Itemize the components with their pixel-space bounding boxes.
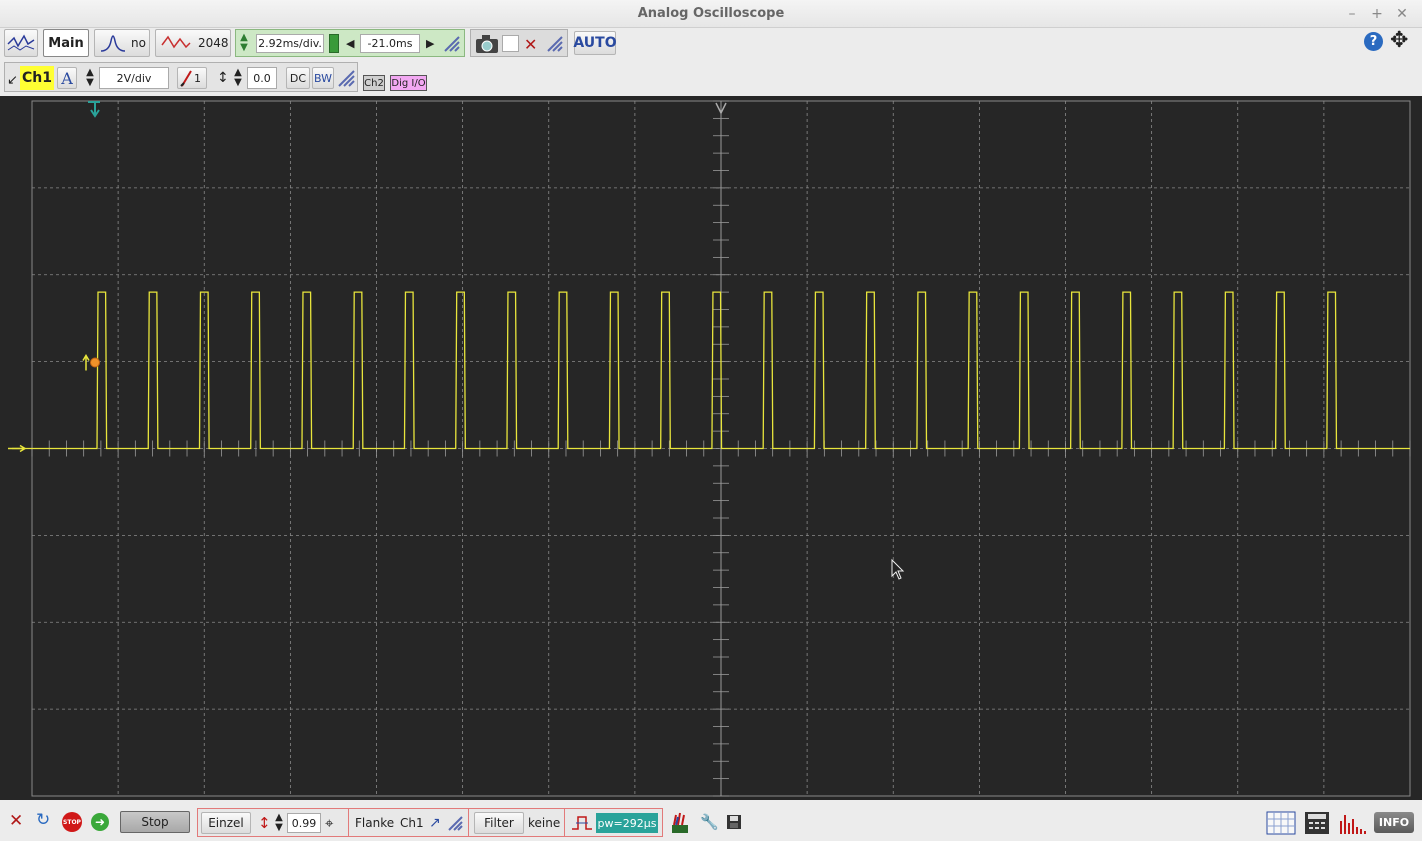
trigger-edge-icon [82, 354, 90, 371]
toolbar-main: Main no 2048 ▲ ▼ 2.92ms/div. ◀ -21.0ms ▶ … [0, 28, 1422, 58]
coupling-button[interactable]: DC [286, 67, 310, 89]
close-window-button[interactable]: ✕ [1392, 4, 1412, 24]
filter-value: no [131, 36, 146, 50]
ch2-button[interactable]: Ch2 [363, 75, 385, 91]
collapse-arrow-icon[interactable]: ↙ [7, 73, 18, 88]
calculator-icon[interactable] [1304, 811, 1330, 835]
scope-plot[interactable] [0, 96, 1422, 800]
run-arrow-icon[interactable]: ➜ [91, 813, 109, 831]
offset-right-arrow-icon[interactable]: ▶ [426, 34, 434, 53]
position-spinner[interactable]: ▲ ▼ [233, 68, 243, 88]
wrench-icon[interactable]: 🔧 [700, 813, 719, 831]
window-titlebar: Analog Oscilloscope – + ✕ [0, 0, 1422, 28]
capture-group: ✕ [470, 29, 568, 57]
stop-sign-icon[interactable]: STOP [62, 812, 82, 832]
edge-slider-icon[interactable] [446, 814, 464, 832]
level-reset-icon[interactable]: ⌖ [325, 812, 333, 834]
trigger-position-marker[interactable] [329, 34, 339, 53]
ch1-ground-marker-icon[interactable] [8, 444, 27, 453]
offset-field[interactable]: -21.0ms [360, 34, 420, 53]
spectrum-icon[interactable] [1338, 811, 1368, 835]
probe-value: 1 [194, 71, 201, 85]
color-swatch[interactable] [502, 35, 519, 52]
probe-button[interactable]: 1 [177, 67, 207, 89]
single-mode-button[interactable]: Einzel [201, 812, 251, 834]
trigger-group: Einzel ↕ ▲ ▼ 0.99 ⌖ Flanke Ch1 ↗ Filter k… [197, 808, 663, 837]
edge-label: Flanke [355, 816, 395, 830]
close-icon[interactable]: ✕ [9, 811, 23, 831]
points-value: 2048 [198, 36, 229, 50]
move-icon[interactable]: ✥ [1390, 30, 1408, 52]
timebase-spinner[interactable]: ▲ ▼ [239, 33, 249, 53]
pulse-width-field[interactable]: pw=292µs [596, 813, 658, 833]
maximize-button[interactable]: + [1367, 4, 1387, 24]
cursor-marker-icon[interactable] [88, 101, 100, 118]
grid-view-icon[interactable] [1266, 811, 1296, 835]
channel-slider-icon[interactable] [336, 68, 356, 88]
ch1-trace [12, 291, 1410, 450]
status-bar: ✕ ↻ STOP ➜ Stop Einzel ↕ ▲ ▼ 0.99 ⌖ Flank… [0, 803, 1422, 841]
color-palette-icon[interactable] [668, 811, 692, 835]
filter-trigger-button[interactable]: Filter [474, 812, 524, 834]
points-button[interactable]: 2048 [155, 29, 231, 57]
refresh-icon[interactable]: ↻ [36, 810, 50, 830]
slider-reset-icon[interactable] [442, 34, 462, 53]
pulse-width-icon[interactable] [570, 813, 594, 833]
offset-left-arrow-icon[interactable]: ◀ [346, 34, 354, 53]
save-icon[interactable] [726, 814, 742, 830]
stop-button[interactable]: Stop [120, 811, 190, 833]
probe-icon [180, 70, 192, 87]
channel-label[interactable]: Ch1 [20, 66, 54, 90]
filter-button[interactable]: no [94, 29, 150, 57]
toolbar-channel: ↙ Ch1 A ▲ ▼ 2V/div 1 ↕ ▲ ▼ 0.0 DC BW Ch2 D… [0, 62, 1422, 94]
waveform-display-icon [7, 34, 35, 51]
channel1-group: ↙ Ch1 A ▲ ▼ 2V/div 1 ↕ ▲ ▼ 0.0 DC BW [4, 62, 358, 92]
volts-spinner[interactable]: ▲ ▼ [85, 68, 95, 88]
divider [348, 809, 349, 837]
digital-io-button[interactable]: Dig I/O [390, 75, 427, 91]
level-arrows-icon[interactable]: ↕ [258, 812, 271, 834]
mouse-pointer-icon [891, 558, 905, 580]
display-mode-button[interactable] [4, 29, 38, 57]
auto-button[interactable]: AUTO [573, 31, 617, 55]
scope-screen[interactable] [0, 96, 1422, 800]
rising-edge-icon[interactable]: ↗ [429, 812, 441, 834]
info-button[interactable]: INFO [1374, 812, 1414, 833]
minimize-button[interactable]: – [1342, 4, 1362, 24]
delete-icon[interactable]: ✕ [524, 33, 537, 55]
timebase-field[interactable]: 2.92ms/div. [256, 34, 324, 53]
position-field[interactable]: 0.0 [247, 67, 277, 89]
divider [468, 809, 469, 837]
clear-slider-icon[interactable] [545, 34, 565, 53]
window-title: Analog Oscilloscope [637, 6, 785, 21]
volts-field[interactable]: 2V/div [99, 67, 169, 89]
channel-style-icon[interactable]: A [57, 67, 77, 89]
timebase-group: ▲ ▼ 2.92ms/div. ◀ -21.0ms ▶ [235, 29, 465, 57]
main-tab-button[interactable]: Main [43, 29, 89, 57]
bandwidth-button[interactable]: BW [312, 67, 334, 89]
level-spinner[interactable]: ▲ ▼ [274, 813, 284, 833]
bell-curve-icon [100, 35, 126, 52]
wave-points-icon [161, 35, 191, 49]
help-icon[interactable]: ? [1364, 32, 1383, 51]
edge-channel[interactable]: Ch1 [400, 812, 424, 834]
filter-value: keine [528, 816, 561, 830]
camera-icon[interactable] [474, 33, 500, 55]
position-arrows-icon[interactable]: ↕ [217, 67, 229, 89]
trigger-level-marker[interactable] [90, 357, 100, 368]
divider [564, 809, 565, 837]
level-field[interactable]: 0.99 [287, 813, 321, 833]
